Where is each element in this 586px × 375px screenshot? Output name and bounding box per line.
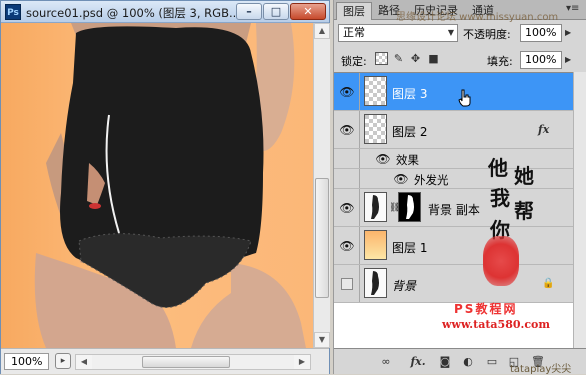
minimize-icon: – xyxy=(246,5,252,18)
visibility-cell xyxy=(336,169,360,188)
eye-icon[interactable]: 👁 xyxy=(338,239,356,253)
zoom-field[interactable]: 100% xyxy=(4,353,49,370)
blend-mode-value: 正常 xyxy=(343,26,365,39)
layer-thumbnail xyxy=(364,114,387,144)
calligraphy-char: 帮 xyxy=(514,199,534,223)
scroll-down-icon[interactable]: ▼ xyxy=(314,332,330,348)
opacity-field[interactable]: 100% xyxy=(520,24,562,42)
link-layers-icon[interactable]: ∞ xyxy=(378,355,394,369)
canvas-photo xyxy=(34,23,306,348)
image-canvas[interactable] xyxy=(1,23,313,348)
canvas-vertical-scrollbar[interactable]: ▲ ▼ xyxy=(313,23,330,348)
effect-outer-glow-row[interactable]: 👁 外发光 xyxy=(334,169,573,189)
add-mask-icon[interactable]: ◙ xyxy=(437,355,453,369)
maximize-icon: □ xyxy=(270,5,282,18)
document-title: source01.psd @ 100% (图层 3, RGB... xyxy=(26,6,240,20)
lock-all-padlock-icon[interactable]: ■ xyxy=(427,52,440,65)
layer-name: 图层 3 xyxy=(392,87,428,101)
eye-icon[interactable]: 👁 xyxy=(338,85,356,99)
opacity-slider-arrow-icon[interactable]: ▶ xyxy=(565,28,571,37)
visibility-toggle-off[interactable] xyxy=(341,278,353,290)
layer-name: 背景 副本 xyxy=(428,203,480,217)
adjustment-layer-icon[interactable]: ◐ xyxy=(460,355,476,369)
photoshop-logo-icon: Ps xyxy=(5,4,21,20)
layer-list-scrollbar[interactable] xyxy=(573,72,586,348)
eye-icon[interactable]: 👁 xyxy=(338,123,356,137)
effect-outer-glow-label: 外发光 xyxy=(414,173,449,187)
fill-label: 填充: xyxy=(487,55,513,68)
lock-transparency-icon[interactable] xyxy=(375,52,388,65)
padlock-icon: 🔒 xyxy=(542,278,555,289)
layer-thumbnail xyxy=(364,192,387,222)
lock-label: 锁定: xyxy=(341,55,367,68)
calligraphy-char: 我 xyxy=(490,186,510,210)
tab-layers[interactable]: 图层 xyxy=(336,2,372,20)
scroll-right-icon[interactable]: ▶ xyxy=(294,355,310,369)
layer-thumbnail xyxy=(364,230,387,260)
layer-thumbnail xyxy=(364,268,387,298)
red-seal-stamp xyxy=(483,236,519,286)
site-watermark: PS教程网 xyxy=(454,302,518,316)
add-layer-style-icon[interactable]: fx. xyxy=(410,355,426,369)
opacity-label: 不透明度: xyxy=(463,28,511,41)
forum-watermark: 思缘设计论坛 www.missyuan.com xyxy=(396,12,559,23)
lock-position-move-icon[interactable]: ✥ xyxy=(409,52,422,65)
author-watermark: tataplay尖尖 xyxy=(510,364,572,375)
minimize-button[interactable]: – xyxy=(236,3,262,20)
layer-thumbnail xyxy=(364,76,387,106)
close-button[interactable]: ✕ xyxy=(290,3,326,20)
close-icon: ✕ xyxy=(303,5,313,18)
blend-mode-select[interactable]: 正常 ▼ xyxy=(338,24,458,42)
eye-icon[interactable]: 👁 xyxy=(374,152,392,166)
hand-cursor-icon xyxy=(458,89,471,107)
layer-name: 图层 1 xyxy=(392,241,428,255)
calligraphy-char: 她 xyxy=(514,164,534,188)
document-window: Ps source01.psd @ 100% (图层 3, RGB... – □… xyxy=(0,0,330,374)
calligraphy-char: 他 xyxy=(488,156,508,180)
visibility-cell xyxy=(336,149,360,168)
chevron-down-icon: ▼ xyxy=(447,28,454,37)
scroll-up-icon[interactable]: ▲ xyxy=(314,23,330,39)
layer-name: 背景 xyxy=(392,279,417,293)
canvas-horizontal-scrollbar[interactable]: ◀ ▶ xyxy=(75,354,311,370)
layer-row-layer1[interactable]: 👁 图层 1 xyxy=(334,227,573,265)
maximize-button[interactable]: □ xyxy=(263,3,289,20)
layer-name: 图层 2 xyxy=(392,125,428,139)
layer-mask-thumbnail[interactable] xyxy=(398,192,421,222)
eye-icon[interactable]: 👁 xyxy=(392,172,410,186)
lock-paint-brush-icon[interactable]: ✎ xyxy=(392,52,405,65)
layer-row-layer2[interactable]: 👁 图层 2 fx xyxy=(334,111,573,149)
horizontal-scroll-thumb[interactable] xyxy=(142,356,230,368)
figure-thumbnail-icon xyxy=(371,195,379,219)
layer-row-layer3[interactable]: 👁 图层 3 xyxy=(334,73,573,111)
fx-icon[interactable]: fx xyxy=(538,123,549,136)
scroll-left-icon[interactable]: ◀ xyxy=(76,355,92,369)
new-group-folder-icon[interactable]: ▭ xyxy=(484,355,500,369)
effects-label: 效果 xyxy=(396,153,419,167)
document-titlebar[interactable]: Ps source01.psd @ 100% (图层 3, RGB... – □… xyxy=(1,1,329,23)
eye-icon[interactable]: 👁 xyxy=(338,201,356,215)
status-bar: 100% ▸ ◀ ▶ xyxy=(1,348,329,374)
fill-field[interactable]: 100% xyxy=(520,51,562,69)
fill-slider-arrow-icon[interactable]: ▶ xyxy=(565,55,571,64)
document-info-icon[interactable]: ▸ xyxy=(55,353,71,369)
layer-row-background[interactable]: 背景 🔒 xyxy=(334,265,573,303)
vertical-scroll-thumb[interactable] xyxy=(315,178,329,298)
layer-effects-row[interactable]: 👁 效果 xyxy=(334,149,573,169)
figure-thumbnail-icon xyxy=(371,271,379,295)
site-url-watermark: www.tata580.com xyxy=(442,318,551,331)
layer-row-background-copy[interactable]: 👁 ⛓ 背景 副本 xyxy=(334,189,573,227)
panel-menu-icon[interactable]: ▾≡ xyxy=(566,3,579,14)
mask-silhouette-icon xyxy=(406,195,414,219)
